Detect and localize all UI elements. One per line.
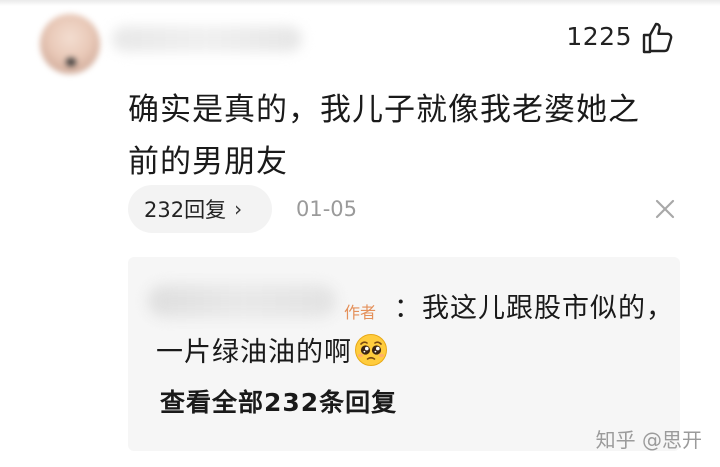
reply-text: ：我这儿跟股市似的，一片绿油油的啊 [156, 287, 676, 375]
avatar[interactable] [40, 14, 100, 74]
reply-count-button[interactable]: 232回复 › [128, 185, 272, 233]
reply-preview-box[interactable]: 作者 ：我这儿跟股市似的，一片绿油油的啊 查看全部232条回复 [128, 257, 680, 451]
chevron-right-icon: › [234, 197, 243, 221]
comment-screen: 1225 确实是真的，我儿子就像我老婆她之前的男朋友 232回复 › 01-05… [0, 0, 720, 467]
top-divider [0, 0, 720, 6]
pleading-face-emoji-icon [355, 334, 387, 366]
view-all-replies-link[interactable]: 查看全部232条回复 [160, 383, 397, 419]
close-icon[interactable] [652, 196, 678, 222]
thumbs-up-icon[interactable] [640, 20, 676, 56]
reply-text-content: ：我这儿跟股市似的，一片绿油油的啊 [156, 293, 674, 368]
comment-date: 01-05 [296, 197, 358, 221]
like-count: 1225 [566, 22, 632, 51]
comment-text: 确实是真的，我儿子就像我老婆她之前的男朋友 [128, 92, 640, 180]
watermark: 知乎 @思开 [595, 428, 702, 452]
reply-count-label: 232回复 [144, 198, 227, 222]
username-redacted[interactable] [112, 26, 302, 52]
